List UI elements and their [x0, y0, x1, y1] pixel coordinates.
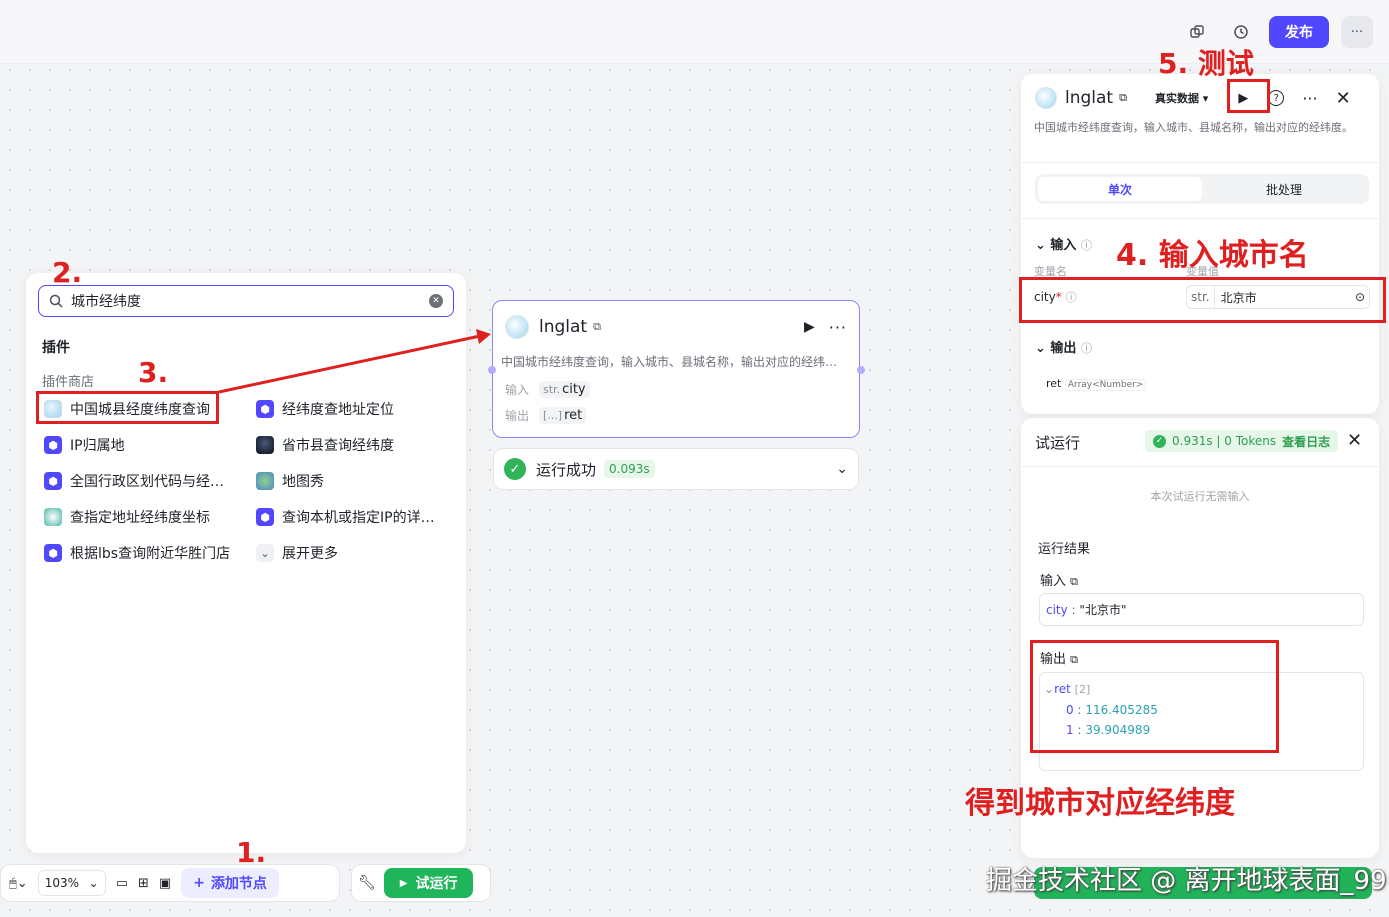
result-title: 运行结果 [1038, 542, 1091, 557]
view-log-link[interactable]: 查看日志 [1282, 433, 1330, 450]
add-node-button[interactable]: + 添加节点 [181, 868, 279, 898]
node-title: lnglat [539, 317, 588, 337]
annotation-step4: 4. 输入城市名 [1116, 238, 1309, 273]
tab-single[interactable]: 单次 [1038, 177, 1202, 201]
bottom-toolbar: 🖱︎⌄ 103% ⌄ ▭ ⊞ ▣ + 添加节点 [0, 864, 340, 902]
trial-title: 试运行 [1035, 434, 1081, 452]
divider [1021, 466, 1379, 467]
chevron-down-icon: ⌄ [88, 876, 99, 890]
divider [1021, 218, 1379, 219]
play-icon: ▶ [399, 877, 408, 889]
layout-icon[interactable]: ⊞ [138, 876, 149, 891]
annotation-result-note: 得到城市对应经纬度 [965, 786, 1235, 821]
no-input-hint: 本次试运行无需输入 [1150, 490, 1250, 503]
annotation-box-step5 [1227, 79, 1270, 113]
run-time-badge: 0.093s [604, 460, 655, 478]
annotation-step5: 5. 测试 [1158, 47, 1254, 80]
result-input-title: 输入 ⧉ [1040, 574, 1079, 589]
info-icon: ⓘ [1080, 342, 1092, 355]
minimap-icon[interactable]: ▣ [159, 876, 171, 891]
node-input-port[interactable] [488, 366, 496, 374]
output-var-row: ret Array<Number> [1046, 377, 1147, 391]
globe-icon [505, 315, 529, 339]
panel-description: 中国城市经纬度查询，输入城市、县城名称，输出对应的经纬度。 [1034, 121, 1353, 134]
output-section-title[interactable]: ⌄ 输出 ⓘ [1035, 337, 1092, 356]
annotation-box-step4 [1019, 277, 1386, 323]
trial-run-button[interactable]: ▶ 试运行 [383, 868, 474, 898]
tab-batch[interactable]: 批处理 [1202, 177, 1366, 201]
node-output-port[interactable] [857, 366, 865, 374]
close-icon[interactable]: ✕ [1347, 430, 1362, 451]
wrench-icon[interactable]: 🔧︎ [358, 875, 376, 891]
input-chip: str. city [539, 380, 590, 398]
node-description: 中国城市经纬度查询，输入城市、县城名称，输出对应的经纬… [501, 355, 838, 369]
divider [1021, 162, 1379, 163]
comment-icon[interactable]: ▭ [116, 876, 128, 891]
more-icon[interactable]: ··· [1302, 89, 1317, 108]
data-mode-select[interactable]: 真实数据 ▾ [1155, 90, 1208, 106]
check-icon: ✓ [1153, 434, 1166, 448]
input-section-title[interactable]: ⌄ 输入 ⓘ [1035, 234, 1092, 253]
info-icon: ⓘ [1080, 239, 1092, 252]
more-icon[interactable]: ··· [829, 318, 847, 337]
zoom-select[interactable]: 103% ⌄ [37, 870, 106, 896]
panel-title: lnglat [1065, 88, 1114, 108]
globe-icon [1035, 87, 1057, 109]
chevron-down-icon[interactable]: ⌄ [836, 461, 848, 477]
annotation-box-result [1030, 640, 1279, 753]
trial-stats-badge: ✓ 0.931s | 0 Tokens 查看日志 [1145, 430, 1339, 452]
run-result-bar[interactable]: ✓ 运行成功 0.093s ⌄ [493, 448, 859, 490]
run-status: 运行成功 [536, 460, 597, 479]
output-chip: [...] ret [539, 406, 587, 424]
input-json: city : "北京市" [1039, 593, 1364, 626]
panel-header: lnglat ⧉ 真实数据 ▾ ▶ ? ··· ✕ [1035, 86, 1365, 110]
lnglat-node[interactable]: lnglat ⧉ ▶ ··· 中国城市经纬度查询，输入城市、县城名称，输出对应的… [492, 300, 860, 438]
node-input-row: 输入 str. city [493, 376, 859, 402]
help-icon[interactable]: ? [1268, 90, 1285, 106]
plus-icon: + [193, 875, 205, 891]
run-toolbar: 🔧︎ ▶ 试运行 [351, 864, 491, 902]
copy-icon[interactable]: ⧉ [1070, 575, 1078, 588]
edit-icon[interactable]: ⧉ [593, 320, 601, 334]
node-output-row: 输出 [...] ret [493, 402, 859, 428]
play-icon[interactable]: ▶ [804, 319, 815, 335]
node-header: lnglat ⧉ ▶ ··· [493, 301, 859, 353]
check-icon: ✓ [504, 458, 526, 480]
close-icon[interactable]: ✕ [1336, 88, 1351, 109]
mouse-icon[interactable]: 🖱︎⌄ [9, 876, 28, 891]
edit-icon[interactable]: ⧉ [1119, 91, 1127, 105]
run-mode-tabs: 单次 批处理 [1035, 174, 1369, 204]
watermark: 掘金技术社区 @ 离开地球表面_99 [986, 866, 1387, 896]
